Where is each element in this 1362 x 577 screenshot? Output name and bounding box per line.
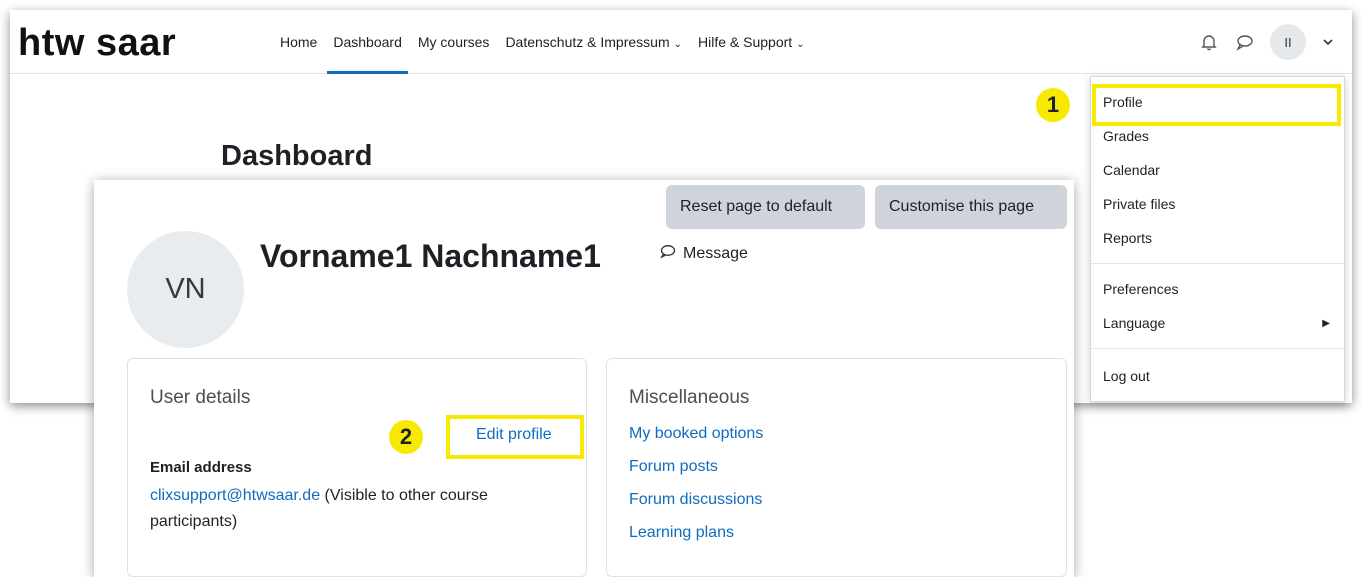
highlight-edit-profile-box [446,415,584,459]
menu-divider [1091,263,1344,264]
card-title: User details [150,387,251,408]
nav-item-label: Dashboard [333,34,402,50]
card-title: Miscellaneous [629,387,750,408]
forum-posts-link[interactable]: Forum posts [629,458,718,476]
nav-item-label: Hilfe & Support [698,34,793,50]
profile-user-name: Vorname1 Nachname1 [260,238,601,274]
avatar: VN [127,231,244,348]
nav-item-hilfe-support[interactable]: Hilfe & Support ⌄ [690,10,813,74]
screenshot-stage: htw saar Home Dashboard My courses Daten… [0,0,1362,577]
chevron-down-icon: ⌄ [673,39,682,50]
menu-divider [1091,348,1344,349]
reset-page-button[interactable]: Reset page to default [666,185,865,229]
messages-icon[interactable] [1234,31,1256,53]
site-logo[interactable]: htw saar [18,22,176,65]
chevron-down-icon[interactable] [1320,34,1336,50]
miscellaneous-card: Miscellaneous My booked options Forum po… [606,358,1067,577]
top-navbar: htw saar Home Dashboard My courses Daten… [10,10,1352,74]
menu-item-grades[interactable]: Grades [1103,128,1149,144]
nav-item-label: Datenschutz & Impressum [505,34,670,50]
chevron-right-icon: ▶ [1322,318,1330,329]
navbar-actions: II [1198,24,1336,60]
menu-item-preferences[interactable]: Preferences [1103,281,1178,297]
message-button[interactable]: Message [659,244,748,263]
notification-bell-icon[interactable] [1198,31,1220,53]
menu-item-private-files[interactable]: Private files [1103,196,1175,212]
my-booked-options-link[interactable]: My booked options [629,425,763,443]
page-title: Dashboard [221,140,373,172]
primary-navigation: Home Dashboard My courses Datenschutz & … [272,10,813,74]
user-details-card: User details Edit profile Email address … [127,358,587,577]
nav-item-label: Home [280,34,318,50]
customise-page-button[interactable]: Customise this page [875,185,1067,229]
nav-item-my-courses[interactable]: My courses [410,10,498,74]
learning-plans-link[interactable]: Learning plans [629,524,734,542]
avatar-initials: VN [165,273,206,305]
message-label: Message [683,244,748,262]
forum-discussions-link[interactable]: Forum discussions [629,491,762,509]
nav-item-label: My courses [417,34,490,50]
menu-item-language[interactable]: Language [1103,315,1165,331]
avatar-initials: II [1284,34,1292,50]
nav-item-datenschutz[interactable]: Datenschutz & Impressum ⌄ [497,10,690,74]
nav-item-home[interactable]: Home [272,10,325,74]
menu-item-calendar[interactable]: Calendar [1103,162,1160,178]
step-badge-2: 2 [389,420,423,454]
menu-item-log-out[interactable]: Log out [1103,368,1150,384]
step-badge-1: 1 [1036,88,1070,122]
chevron-down-icon: ⌄ [796,39,805,50]
user-avatar-button[interactable]: II [1270,24,1306,60]
email-link[interactable]: clixsupport@htwsaar.de [150,487,320,504]
menu-item-reports[interactable]: Reports [1103,230,1152,246]
highlight-profile-box [1092,84,1341,126]
email-value: clixsupport@htwsaar.de (Visible to other… [150,483,570,535]
message-icon [659,244,676,263]
profile-window: Reset page to default Customise this pag… [94,180,1074,577]
nav-item-dashboard[interactable]: Dashboard [325,10,410,74]
email-label: Email address [150,459,252,476]
